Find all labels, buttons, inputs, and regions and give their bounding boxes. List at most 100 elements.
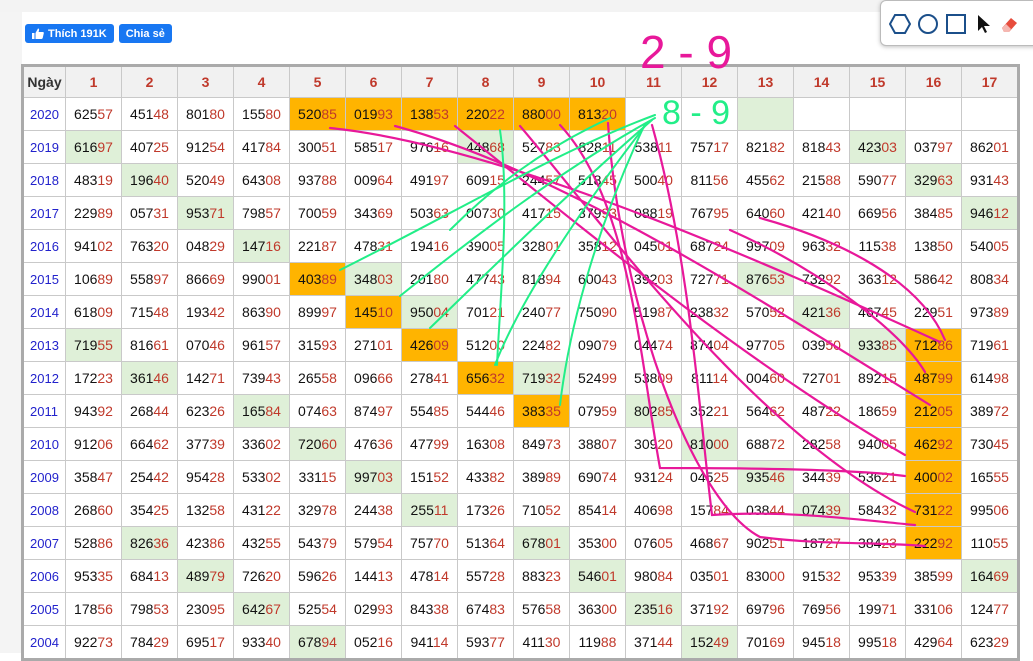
year-cell[interactable]: 2008 <box>22 493 66 527</box>
number-tail: 97 <box>97 139 113 155</box>
number-tail: 97 <box>321 304 337 320</box>
number-prefix: 570 <box>746 304 770 320</box>
number-tail: 80 <box>265 106 281 122</box>
number-tail: 77 <box>545 304 561 320</box>
number-prefix: 009 <box>354 172 378 188</box>
table-row: 2016 94102 76320 04829 14716 22187 47831 19416 3… <box>22 229 1019 263</box>
number-prefix: 007 <box>466 205 490 221</box>
result-cell: 07463 <box>289 394 346 428</box>
number-tail: 21 <box>881 469 897 485</box>
number-prefix: 669 <box>858 205 882 221</box>
number-tail: 03 <box>881 139 897 155</box>
number-prefix: 392 <box>634 271 658 287</box>
year-cell[interactable]: 2011 <box>22 394 66 428</box>
number-prefix: 220 <box>466 106 490 122</box>
eraser-icon[interactable] <box>999 13 1021 35</box>
year-cell[interactable]: 2012 <box>22 361 66 395</box>
result-cell: 66956 <box>849 196 906 230</box>
number-tail: 90 <box>601 304 617 320</box>
year-cell[interactable]: 2013 <box>22 328 66 362</box>
number-prefix: 361 <box>130 370 154 386</box>
number-prefix: 697 <box>746 601 770 617</box>
square-icon[interactable] <box>945 13 967 35</box>
year-cell[interactable]: 2006 <box>22 559 66 593</box>
number-tail: 90 <box>265 304 281 320</box>
number-tail: 28 <box>209 469 225 485</box>
year-cell[interactable]: 2010 <box>22 427 66 461</box>
year-cell[interactable]: 2020 <box>22 97 66 131</box>
result-cell: 32978 <box>289 493 346 527</box>
number-prefix: 106 <box>74 271 98 287</box>
number-tail: 18 <box>881 634 897 650</box>
result-cell: 67801 <box>513 526 570 560</box>
header-row: Ngày 1 2 3 4 5 6 7 8 9 10 11 12 13 14 15 16 17 <box>22 65 1019 98</box>
result-cell: 11988 <box>569 625 626 660</box>
year-cell[interactable]: 2018 <box>22 163 66 197</box>
number-prefix: 712 <box>914 337 938 353</box>
number-prefix: 044 <box>634 337 658 353</box>
circle-icon[interactable] <box>917 13 939 35</box>
number-tail: 85 <box>881 337 897 353</box>
number-tail: 17 <box>209 634 225 650</box>
result-cell <box>961 97 1019 131</box>
result-cell: 36146 <box>121 361 178 395</box>
number-tail: 09 <box>97 304 113 320</box>
number-tail: 71 <box>713 271 729 287</box>
year-cell[interactable]: 2017 <box>22 196 66 230</box>
number-prefix: 596 <box>298 568 322 584</box>
number-prefix: 656 <box>466 370 490 386</box>
number-tail: 94 <box>321 634 337 650</box>
number-prefix: 763 <box>130 238 154 254</box>
number-prefix: 389 <box>522 469 546 485</box>
result-cell: 76320 <box>121 229 178 263</box>
result-cell: 38972 <box>961 394 1019 428</box>
number-tail: 85 <box>657 403 673 419</box>
number-prefix: 035 <box>690 568 714 584</box>
result-cell: 94005 <box>849 427 906 461</box>
share-button[interactable]: Chia sẻ <box>118 24 172 43</box>
year-cell[interactable]: 2019 <box>22 130 66 164</box>
number-tail: 21 <box>713 403 729 419</box>
table-row: 2009 35847 25442 95428 53302 33115 99703 15152 4… <box>22 460 1019 494</box>
year-cell[interactable]: 2005 <box>22 592 66 626</box>
number-prefix: 462 <box>914 436 938 452</box>
result-cell: 15152 <box>401 460 458 494</box>
result-cell: 57052 <box>737 295 794 329</box>
share-label: Chia sẻ <box>125 27 165 40</box>
number-prefix: 039 <box>802 337 826 353</box>
year-cell[interactable]: 2015 <box>22 262 66 296</box>
number-prefix: 212 <box>914 403 938 419</box>
result-cell: 22022 <box>457 97 514 131</box>
number-tail: 25 <box>713 469 729 485</box>
year-cell[interactable]: 2007 <box>22 526 66 560</box>
number-prefix: 720 <box>298 436 322 452</box>
number-prefix: 455 <box>746 172 770 188</box>
year-cell[interactable]: 2016 <box>22 229 66 263</box>
number-prefix: 811 <box>691 370 713 386</box>
number-prefix: 194 <box>410 238 434 254</box>
result-cell: 55728 <box>457 559 514 593</box>
cursor-icon[interactable] <box>973 13 995 35</box>
number-tail: 40 <box>825 205 841 221</box>
year-cell[interactable]: 2004 <box>22 625 66 660</box>
number-tail: 93 <box>601 205 617 221</box>
number-tail: 47 <box>97 469 113 485</box>
result-cell: 79857 <box>233 196 290 230</box>
number-prefix: 230 <box>186 601 210 617</box>
number-prefix: 784 <box>130 634 154 650</box>
number-tail: 22 <box>265 502 281 518</box>
number-tail: 00 <box>489 337 505 353</box>
hexagon-icon[interactable] <box>889 13 911 35</box>
year-cell[interactable]: 2014 <box>22 295 66 329</box>
number-prefix: 700 <box>298 205 322 221</box>
number-prefix: 155 <box>242 106 266 122</box>
number-tail: 60 <box>321 436 337 452</box>
like-button[interactable]: Thích 191K <box>25 24 114 43</box>
number-prefix: 990 <box>242 271 266 287</box>
number-tail: 30 <box>544 634 561 650</box>
result-cell: 71955 <box>65 328 122 362</box>
year-cell[interactable]: 2009 <box>22 460 66 494</box>
number-prefix: 115 <box>858 238 881 254</box>
number-tail: 62 <box>769 403 785 419</box>
number-tail: 98 <box>657 502 673 518</box>
